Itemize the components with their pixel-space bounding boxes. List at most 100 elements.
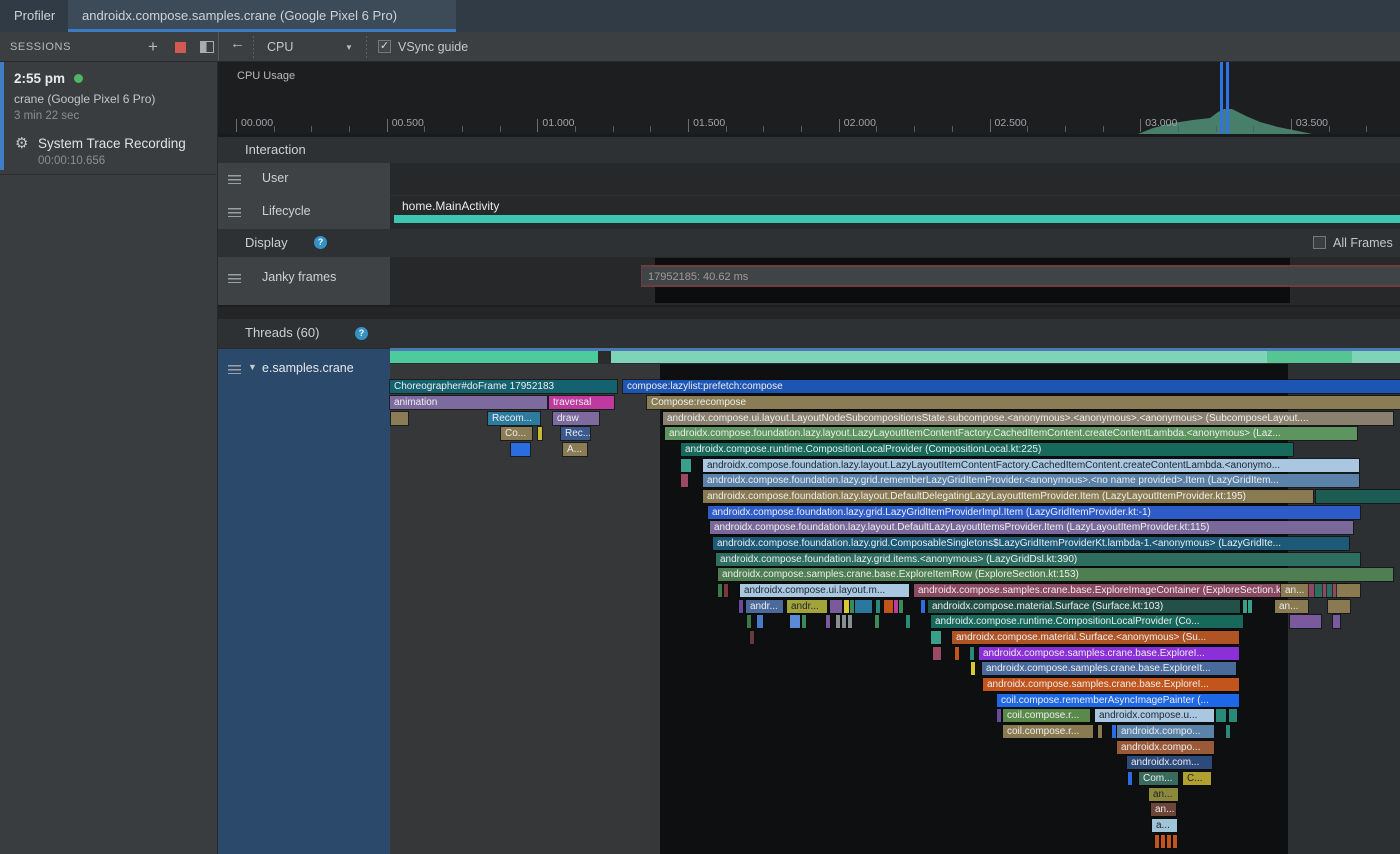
time-tick-minor <box>575 126 576 132</box>
chevron-down-icon[interactable]: ▼ <box>345 43 353 52</box>
janky-track-label: Janky frames <box>262 270 336 284</box>
time-tick-minor <box>613 126 614 132</box>
lifecycle-track[interactable]: Lifecycle home.MainActivity <box>218 196 1400 229</box>
all-frames-label[interactable]: All Frames <box>1333 236 1393 250</box>
session-time[interactable]: 2:55 pm <box>14 71 83 86</box>
gear-icon: ⚙ <box>15 134 28 152</box>
display-header[interactable]: Display ? All Frames <box>218 229 1400 257</box>
flame-bg-left <box>390 364 660 854</box>
janky-frame-bar[interactable]: 17952185: 40.62 ms <box>641 265 1400 287</box>
session-time-text: 2:55 pm <box>14 71 65 86</box>
session-divider <box>0 174 218 175</box>
user-track[interactable]: User <box>218 163 1400 196</box>
time-tick-minor <box>311 126 312 132</box>
time-tick-label: 02.500 <box>995 117 1027 129</box>
toolbar-dotted-divider <box>253 36 254 58</box>
drag-handle-icon[interactable] <box>228 208 241 217</box>
drag-handle-icon[interactable] <box>228 274 241 283</box>
time-tick-minor <box>1253 126 1254 132</box>
profiler-window: Profiler androidx.compose.samples.crane … <box>0 0 1400 854</box>
thread-activity-segment[interactable] <box>1352 351 1400 363</box>
sessions-panel: 2:55 pm crane (Google Pixel 6 Pro) 3 min… <box>0 62 218 854</box>
sessions-label: SESSIONS <box>10 41 71 53</box>
janky-frame-label: 17952185: 40.62 ms <box>642 268 748 286</box>
back-arrow-icon[interactable]: ← <box>230 35 245 52</box>
time-tick-label: 03.000 <box>1145 117 1177 129</box>
time-tick-minor <box>424 126 425 132</box>
lifecycle-activity-bar[interactable] <box>394 215 1400 223</box>
interaction-header[interactable]: Interaction <box>218 137 1400 163</box>
time-tick-minor <box>801 126 802 132</box>
tab-profiler[interactable]: Profiler <box>0 0 69 32</box>
time-tick-label: 00.000 <box>241 117 273 129</box>
drag-handle-icon[interactable] <box>228 365 241 374</box>
user-track-label-cell[interactable]: User <box>218 163 390 196</box>
janky-frames-track[interactable]: Janky frames 17952185: 40.62 ms <box>218 257 1400 307</box>
time-tick-minor <box>500 126 501 132</box>
vsync-marker <box>1226 62 1229 134</box>
toolbar-dotted-divider2 <box>366 36 367 58</box>
time-tick-major <box>236 119 237 132</box>
vsync-label[interactable]: VSync guide <box>398 40 468 54</box>
display-title: Display <box>245 235 288 250</box>
thread-label-cell[interactable]: ▼ e.samples.crane <box>218 349 390 854</box>
time-tick-label: 01.000 <box>542 117 574 129</box>
thread-activity-segment[interactable] <box>611 351 1267 363</box>
help-icon[interactable]: ? <box>314 236 327 249</box>
flame-bg-right <box>1288 364 1400 854</box>
time-tick-minor <box>1027 126 1028 132</box>
time-tick-minor <box>1216 126 1217 132</box>
help-icon[interactable]: ? <box>355 327 368 340</box>
lifecycle-track-label: Lifecycle <box>262 204 311 218</box>
time-tick-minor <box>876 126 877 132</box>
time-tick-major <box>990 119 991 132</box>
time-tick-major <box>1140 119 1141 132</box>
time-tick-major <box>1291 119 1292 132</box>
threads-title: Threads (60) <box>245 325 319 340</box>
add-session-icon[interactable]: + <box>148 32 158 62</box>
cpu-dropdown[interactable]: CPU <box>267 40 293 54</box>
section-gap <box>218 307 1400 319</box>
main-toolbar: SESSIONS + ← CPU ▼ ✓ VSync guide <box>0 32 1400 62</box>
time-tick-minor <box>462 126 463 132</box>
threads-header[interactable]: Threads (60) ? <box>218 319 1400 348</box>
tab-session[interactable]: androidx.compose.samples.crane (Google P… <box>68 0 456 32</box>
janky-track-label-cell[interactable]: Janky frames <box>218 257 390 305</box>
thread-name-label: e.samples.crane <box>262 361 354 375</box>
thread-activity-segment[interactable] <box>390 351 598 363</box>
time-tick-minor <box>726 126 727 132</box>
recording-title[interactable]: System Trace Recording <box>38 136 186 151</box>
time-tick-minor <box>1065 126 1066 132</box>
session-device: crane (Google Pixel 6 Pro) <box>14 92 155 106</box>
time-tick-major <box>537 119 538 132</box>
vsync-checkbox[interactable]: ✓ <box>378 40 391 53</box>
time-tick-minor <box>763 126 764 132</box>
session-live-dot <box>74 74 83 83</box>
time-tick-minor <box>952 126 953 132</box>
time-tick-major <box>387 119 388 132</box>
all-frames-checkbox[interactable] <box>1313 236 1326 249</box>
time-tick-minor <box>349 126 350 132</box>
lifecycle-track-label-cell[interactable]: Lifecycle <box>218 196 390 229</box>
time-tick-minor <box>1329 126 1330 132</box>
time-tick-major <box>688 119 689 132</box>
interaction-title: Interaction <box>245 142 306 157</box>
lifecycle-activity-label: home.MainActivity <box>402 199 499 213</box>
thread-track: ▼ e.samples.crane <box>218 348 1400 854</box>
session-duration: 3 min 22 sec <box>14 110 79 122</box>
recording-time: 00:00:10.656 <box>38 155 105 167</box>
time-tick-major <box>839 119 840 132</box>
time-tick-minor <box>914 126 915 132</box>
thread-activity-segment[interactable] <box>1267 351 1352 363</box>
vsync-marker <box>1220 62 1223 134</box>
stop-recording-icon[interactable] <box>175 42 186 53</box>
collapse-chevron-icon[interactable]: ▼ <box>248 362 257 372</box>
flame-bg-dark <box>660 364 1288 854</box>
collapse-panel-icon[interactable] <box>200 41 214 53</box>
cpu-usage-track[interactable]: CPU Usage 00.00000.50001.00001.50002.000… <box>218 62 1400 137</box>
time-tick-minor <box>274 126 275 132</box>
drag-handle-icon[interactable] <box>228 175 241 184</box>
time-tick-minor <box>1103 126 1104 132</box>
session-selected-accent <box>0 62 4 170</box>
time-tick-minor <box>1178 126 1179 132</box>
